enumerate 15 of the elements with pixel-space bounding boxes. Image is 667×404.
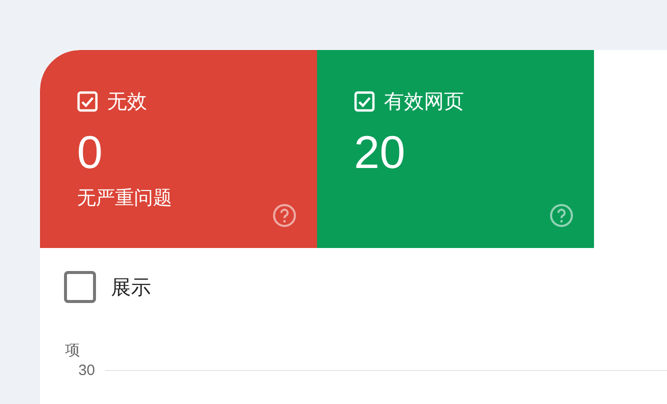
tile-count: 20 [354, 129, 406, 175]
axis-tick-label: 30 [77, 362, 95, 379]
status-tile[interactable]: 无效 0 无严重问题 [40, 50, 317, 248]
help-icon[interactable] [272, 203, 297, 228]
status-tile[interactable]: 有效网页 20 [317, 50, 594, 248]
checkbox[interactable] [64, 271, 96, 303]
tile-label: 无效 [107, 90, 147, 115]
axis-label: 项 [65, 341, 81, 360]
checked-checkbox-icon[interactable] [354, 91, 375, 112]
checked-checkbox-icon[interactable] [77, 91, 98, 112]
checkbox-label: 展示 [111, 276, 151, 300]
help-icon[interactable] [549, 203, 574, 228]
tile-label: 有效网页 [384, 90, 464, 115]
tile-subtitle: 无严重问题 [77, 187, 173, 211]
tile-count: 0 [77, 129, 104, 175]
